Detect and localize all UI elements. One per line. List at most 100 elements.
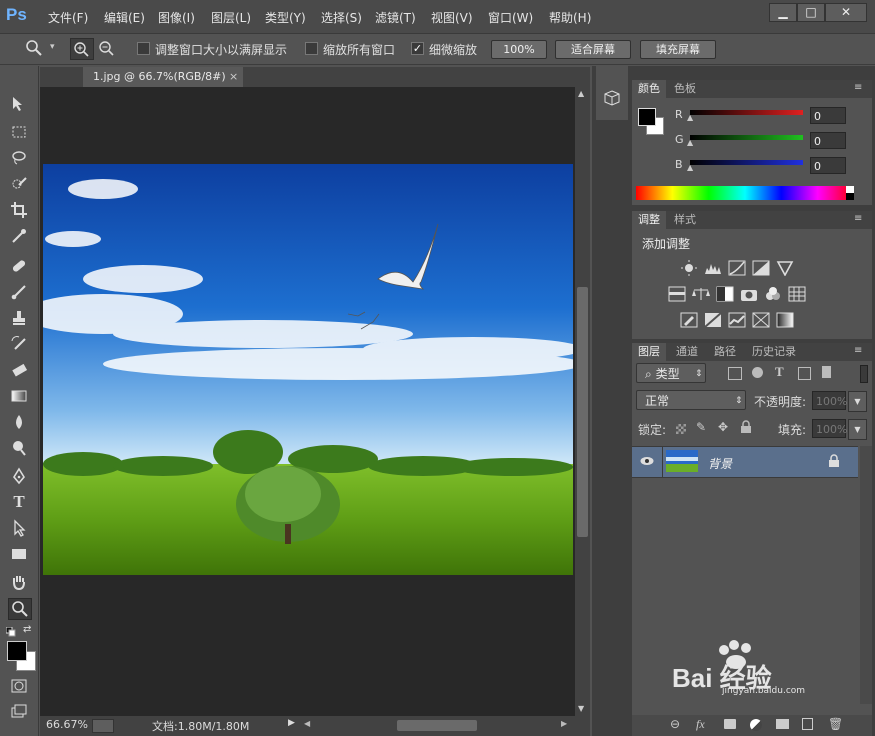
menu-image[interactable]: 图像(I) [158, 9, 195, 26]
posterize-icon[interactable] [704, 312, 722, 328]
add-mask-icon[interactable] [724, 719, 736, 729]
foreground-color-swatch[interactable] [7, 641, 27, 661]
close-button[interactable]: ✕ [825, 3, 867, 22]
menu-view[interactable]: 视图(V) [431, 9, 473, 26]
filter-toggle[interactable] [860, 365, 868, 383]
threshold-icon[interactable] [728, 312, 746, 328]
zoom-all-windows-checkbox[interactable] [305, 42, 318, 55]
3d-panel-icon[interactable] [604, 90, 620, 109]
zoom-level-field[interactable]: 66.67% [46, 718, 88, 731]
channel-r-value[interactable]: 0 [810, 107, 846, 124]
blend-mode-select[interactable]: 正常 ⇕ [636, 390, 746, 410]
exposure-icon[interactable] [752, 260, 770, 276]
zoom-out-icon[interactable] [96, 38, 118, 61]
document-tab[interactable]: 1.jpg @ 66.7%(RGB/8#) × [83, 67, 243, 87]
move-tool-icon[interactable] [8, 94, 30, 114]
fill-field[interactable]: 100% [812, 419, 847, 438]
menu-select[interactable]: 选择(S) [321, 9, 362, 26]
tab-color[interactable]: 颜色 [632, 80, 666, 98]
document-image[interactable] [43, 164, 573, 575]
menu-window[interactable]: 窗口(W) [488, 9, 533, 26]
filter-adjustment-icon[interactable] [752, 367, 763, 378]
filter-shape-icon[interactable] [798, 367, 811, 380]
maximize-button[interactable]: □ [797, 3, 825, 22]
channel-mixer-icon[interactable] [764, 286, 782, 302]
tab-swatches[interactable]: 色板 [668, 80, 702, 98]
bw-ramp[interactable] [846, 186, 854, 200]
channel-r-handle-icon[interactable]: ▲ [687, 113, 693, 122]
vertical-scroll-thumb[interactable] [577, 287, 588, 537]
tab-channels[interactable]: 通道 [670, 343, 704, 361]
default-colors-icon[interactable] [5, 626, 16, 637]
color-lookup-icon[interactable] [788, 286, 806, 302]
zoom-tool-icon[interactable] [8, 598, 32, 620]
rectangle-tool-icon[interactable] [8, 544, 30, 564]
photo-filter-icon[interactable] [740, 286, 758, 302]
dodge-tool-icon[interactable] [8, 438, 30, 458]
new-layer-icon[interactable] [802, 718, 813, 730]
chevron-down-icon[interactable]: ▾ [50, 42, 55, 52]
new-group-icon[interactable] [776, 719, 789, 729]
link-layers-icon[interactable]: ⊖ [670, 717, 680, 731]
tab-history[interactable]: 历史记录 [746, 343, 802, 361]
gradient-map-icon[interactable] [776, 312, 794, 328]
filter-pixel-icon[interactable] [728, 367, 742, 380]
opacity-field[interactable]: 100% [812, 391, 847, 410]
black-white-icon[interactable] [716, 286, 734, 302]
fit-screen-button[interactable]: 适合屏幕 [555, 40, 631, 59]
quick-selection-tool-icon[interactable] [8, 174, 30, 194]
panel-menu-icon[interactable]: ≡ [854, 82, 862, 93]
channel-g-handle-icon[interactable]: ▲ [687, 138, 693, 147]
vertical-scrollbar[interactable]: ▲ ▼ [575, 87, 590, 716]
zoom-tool-icon[interactable] [25, 39, 43, 60]
chevron-down-icon[interactable]: ▼ [848, 391, 867, 412]
color-spectrum-bar[interactable] [636, 186, 854, 200]
levels-icon[interactable] [704, 260, 722, 276]
healing-brush-tool-icon[interactable] [8, 256, 30, 276]
new-adjustment-layer-icon[interactable] [750, 719, 762, 731]
hue-saturation-icon[interactable] [668, 286, 686, 302]
crop-tool-icon[interactable] [8, 200, 30, 220]
chevron-down-icon[interactable]: ▼ [848, 419, 867, 440]
pen-tool-icon[interactable] [8, 466, 30, 486]
lock-position-icon[interactable]: ✥ [718, 420, 728, 434]
history-brush-tool-icon[interactable] [8, 334, 30, 354]
layer-row-background[interactable]: 背景 [632, 446, 858, 478]
eraser-tool-icon[interactable] [8, 360, 30, 380]
tab-styles[interactable]: 样式 [668, 211, 702, 229]
zoom-in-icon[interactable] [70, 38, 94, 60]
panel-menu-icon[interactable]: ≡ [854, 213, 862, 224]
swap-colors-icon[interactable]: ⇄ [23, 624, 31, 635]
minimize-button[interactable]: ▁ [769, 3, 797, 22]
layer-name[interactable]: 背景 [708, 455, 732, 472]
menu-type[interactable]: 类型(Y) [265, 9, 306, 26]
brightness-contrast-icon[interactable] [680, 260, 698, 276]
brush-tool-icon[interactable] [8, 282, 30, 302]
screen-mode-icon[interactable] [8, 702, 30, 722]
blur-tool-icon[interactable] [8, 412, 30, 432]
status-menu-icon[interactable] [92, 719, 114, 733]
filter-smart-object-icon[interactable] [822, 366, 831, 378]
invert-icon[interactable] [680, 312, 698, 328]
scroll-up-icon[interactable]: ▲ [578, 89, 584, 98]
status-arrow-icon[interactable]: ▶ [288, 718, 295, 728]
vibrance-icon[interactable] [776, 260, 794, 277]
gradient-tool-icon[interactable] [8, 386, 30, 406]
panel-menu-icon[interactable]: ≡ [854, 345, 862, 356]
lock-transparent-icon[interactable] [676, 424, 686, 434]
channel-g-value[interactable]: 0 [810, 132, 846, 149]
lock-all-icon[interactable] [740, 420, 752, 437]
scrubby-zoom-checkbox[interactable]: ✓ [411, 42, 424, 55]
tab-layers[interactable]: 图层 [632, 343, 666, 361]
eye-icon[interactable] [640, 455, 654, 469]
canvas-area[interactable] [40, 87, 575, 716]
fx-icon[interactable]: fx [696, 717, 705, 732]
color-balance-icon[interactable] [692, 286, 710, 302]
channel-b-slider[interactable] [690, 160, 803, 165]
path-selection-tool-icon[interactable] [8, 518, 30, 538]
scroll-left-icon[interactable]: ◀ [304, 719, 310, 728]
channel-b-handle-icon[interactable]: ▲ [687, 163, 693, 172]
horizontal-scroll-thumb[interactable] [397, 720, 477, 731]
layers-scrollbar[interactable] [860, 446, 872, 704]
menu-file[interactable]: 文件(F) [48, 9, 88, 26]
